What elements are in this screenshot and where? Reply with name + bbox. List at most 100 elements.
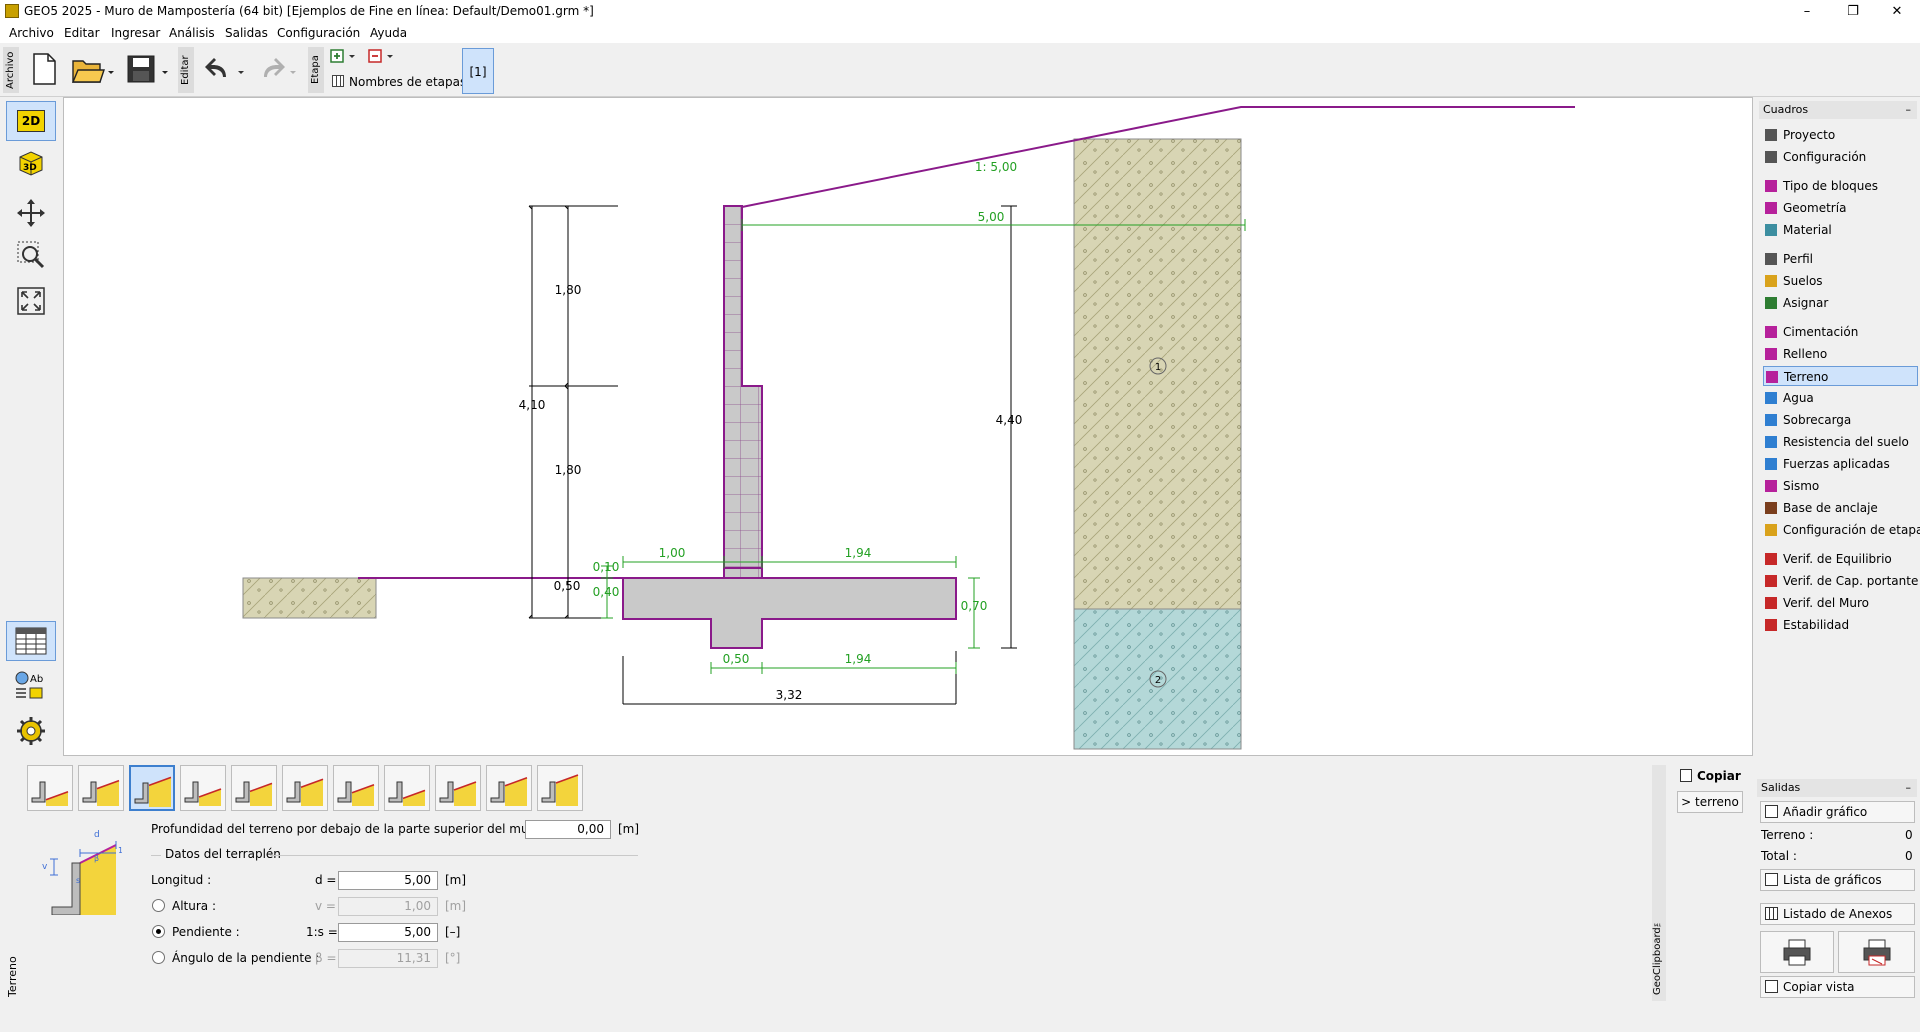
frame-item-gear[interactable]: Configuración bbox=[1763, 147, 1918, 167]
frame-item-assign[interactable]: Asignar bbox=[1763, 293, 1918, 313]
minimize-button[interactable]: – bbox=[1784, 0, 1830, 23]
terrain-type-tab-3[interactable] bbox=[129, 765, 175, 811]
terrain-type-tab-9[interactable] bbox=[435, 765, 481, 811]
redo-icon[interactable] bbox=[254, 51, 300, 87]
outputs-collapse-button[interactable]: – bbox=[1906, 781, 1912, 794]
frame-item-geometry[interactable]: Geometría bbox=[1763, 198, 1918, 218]
frame-item-stage-config[interactable]: Configuración de etapa bbox=[1763, 520, 1920, 540]
table-view-button[interactable] bbox=[6, 621, 56, 661]
svg-text:v: v bbox=[42, 862, 48, 872]
terrain-input-panel: Terreno d v β s 1 Profundidad del terren… bbox=[0, 757, 1920, 1003]
terrain-type-tab-11[interactable] bbox=[537, 765, 583, 811]
graphics-list-button[interactable]: Lista de gráficos bbox=[1760, 869, 1915, 891]
terrain-icon bbox=[1766, 371, 1778, 383]
annex-list-button[interactable]: Listado de Anexos bbox=[1760, 903, 1915, 925]
frame-item-soils[interactable]: Suelos bbox=[1763, 271, 1918, 291]
copy-view-icon bbox=[1765, 980, 1778, 993]
frame-item-label: Sobrecarga bbox=[1783, 413, 1852, 427]
menu-salidas[interactable]: Salidas bbox=[225, 26, 268, 40]
dim-5-00: 5,00 bbox=[978, 210, 1005, 224]
terrain-type-icon bbox=[184, 781, 222, 806]
menu-ingresar[interactable]: Ingresar bbox=[111, 26, 160, 40]
height-input[interactable]: 1,00 bbox=[338, 897, 438, 916]
open-file-icon[interactable] bbox=[70, 51, 116, 87]
paste-terreno-button[interactable]: > terreno bbox=[1677, 791, 1743, 813]
stage-config-icon bbox=[1765, 524, 1777, 536]
remove-stage-icon[interactable] bbox=[368, 49, 398, 65]
frame-item-equilibrium[interactable]: Verif. de Equilibrio bbox=[1763, 549, 1918, 569]
frame-item-wall-check[interactable]: Verif. del Muro bbox=[1763, 593, 1918, 613]
frame-item-forces[interactable]: Fuerzas aplicadas bbox=[1763, 454, 1918, 474]
frame-item-profile[interactable]: Perfil bbox=[1763, 249, 1918, 269]
terrain-type-icon bbox=[388, 781, 426, 806]
menu-ayuda[interactable]: Ayuda bbox=[370, 26, 407, 40]
restore-button[interactable]: ❐ bbox=[1830, 0, 1876, 23]
terrain-type-tab-4[interactable] bbox=[180, 765, 226, 811]
terrain-type-tab-6[interactable] bbox=[282, 765, 328, 811]
fit-to-screen-icon bbox=[17, 287, 45, 315]
stage-names-button[interactable]: Nombres de etapas bbox=[349, 75, 466, 89]
styles-icon: Ab bbox=[15, 671, 43, 699]
frame-item-water[interactable]: Agua bbox=[1763, 388, 1918, 408]
close-button[interactable]: ✕ bbox=[1874, 0, 1920, 23]
terrain-type-tab-1[interactable] bbox=[27, 765, 73, 811]
frame-item-backfill[interactable]: Relleno bbox=[1763, 344, 1918, 364]
svg-text:Ab: Ab bbox=[30, 674, 43, 685]
menu-configuracion[interactable]: Configuración bbox=[277, 26, 360, 40]
angle-label: Ángulo de la pendiente : bbox=[172, 951, 320, 965]
frame-item-label: Verif. del Muro bbox=[1783, 596, 1870, 610]
slope-radio[interactable] bbox=[152, 925, 165, 938]
frame-item-anchor[interactable]: Base de anclaje bbox=[1763, 498, 1918, 518]
settings-button[interactable] bbox=[6, 711, 56, 751]
print-button[interactable] bbox=[1760, 931, 1834, 973]
zoom-button[interactable] bbox=[6, 235, 56, 275]
terrain-type-tab-2[interactable] bbox=[78, 765, 124, 811]
frame-item-material[interactable]: Material bbox=[1763, 220, 1918, 240]
view-3d-button[interactable]: 3D bbox=[6, 143, 56, 183]
view-toolbar: 2D 3D Ab bbox=[0, 97, 63, 756]
frame-item-blocks[interactable]: Tipo de bloques bbox=[1763, 176, 1918, 196]
terrain-type-tab-10[interactable] bbox=[486, 765, 532, 811]
frame-item-stability[interactable]: Estabilidad bbox=[1763, 615, 1918, 635]
frame-item-terrain[interactable]: Terreno bbox=[1763, 366, 1918, 386]
app-logo-icon bbox=[5, 4, 19, 18]
stage-1-button[interactable]: [1] bbox=[462, 48, 494, 94]
frame-item-foundation[interactable]: Cimentación bbox=[1763, 322, 1918, 342]
menu-analisis[interactable]: Análisis bbox=[169, 26, 215, 40]
frames-collapse-button[interactable]: – bbox=[1906, 103, 1912, 116]
frame-item-earthquake[interactable]: Sismo bbox=[1763, 476, 1918, 496]
terrain-type-tab-7[interactable] bbox=[333, 765, 379, 811]
add-stage-icon[interactable] bbox=[330, 49, 360, 65]
save-file-icon[interactable] bbox=[124, 51, 170, 87]
angle-input[interactable]: 11,31 bbox=[338, 949, 438, 968]
frame-item-document[interactable]: Proyecto bbox=[1763, 125, 1918, 145]
terrain-side-tab[interactable]: Terreno bbox=[6, 761, 20, 997]
add-graphic-button[interactable]: Añadir gráfico bbox=[1760, 801, 1915, 823]
terrain-type-tab-8[interactable] bbox=[384, 765, 430, 811]
menu-editar[interactable]: Editar bbox=[64, 26, 100, 40]
fit-view-button[interactable] bbox=[6, 281, 56, 321]
print-export-button[interactable] bbox=[1838, 931, 1915, 973]
copy-button[interactable]: Copiar bbox=[1697, 769, 1741, 783]
drawing-canvas[interactable]: 1 2 1,80 1,80 4,10 0,50 3,32 4,40 5,00 1… bbox=[63, 97, 1753, 756]
undo-icon[interactable] bbox=[202, 51, 248, 87]
move-view-button[interactable] bbox=[6, 193, 56, 233]
slope-input[interactable]: 5,00 bbox=[338, 923, 438, 942]
drawing-settings-button[interactable]: Ab bbox=[6, 665, 56, 705]
length-input[interactable]: 5,00 bbox=[338, 871, 438, 890]
copy-view-button[interactable]: Copiar vista bbox=[1760, 976, 1915, 998]
frame-item-bearing[interactable]: Verif. de Cap. portante bbox=[1763, 571, 1918, 591]
angle-radio[interactable] bbox=[152, 951, 165, 964]
length-unit: [m] bbox=[445, 873, 467, 887]
menu-archivo[interactable]: Archivo bbox=[9, 26, 54, 40]
depth-input[interactable]: 0,00 bbox=[525, 820, 611, 839]
frame-item-surcharge[interactable]: Sobrecarga bbox=[1763, 410, 1918, 430]
backfill-icon bbox=[1765, 348, 1777, 360]
graphics-list-icon bbox=[1765, 873, 1778, 886]
height-radio[interactable] bbox=[152, 899, 165, 912]
geoclipboard-side-label[interactable]: GeoClipboard™ bbox=[1652, 765, 1666, 1001]
frame-item-resistance[interactable]: Resistencia del suelo bbox=[1763, 432, 1918, 452]
new-file-icon[interactable] bbox=[28, 51, 60, 87]
view-2d-button[interactable]: 2D bbox=[6, 101, 56, 141]
terrain-type-tab-5[interactable] bbox=[231, 765, 277, 811]
